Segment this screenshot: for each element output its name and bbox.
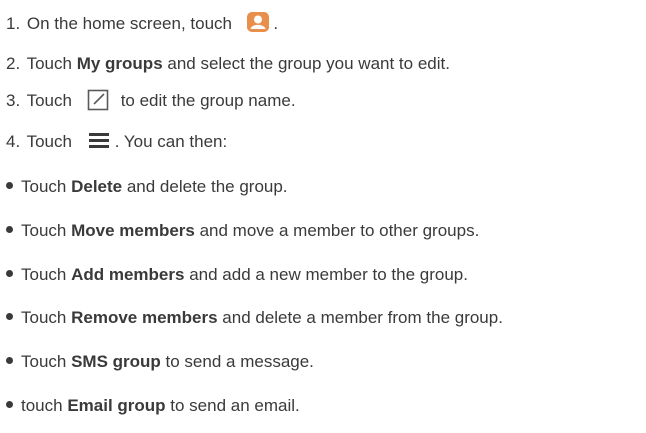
step-number: 4. [6, 132, 21, 151]
step-text: Touch [22, 54, 77, 73]
step-text: On the home screen, touch [22, 14, 237, 33]
edit-icon [87, 89, 109, 111]
option-suffix: to send a message. [160, 352, 314, 371]
step-text-end: and select the group you want to edit. [162, 54, 450, 73]
option-suffix: to send an email. [165, 396, 300, 415]
step-text-end: . You can then: [114, 132, 228, 151]
step-text-end: to edit the group name. [120, 91, 296, 110]
option-prefix: touch [21, 396, 68, 415]
step-2: 2. Touch My groups and select the group … [6, 53, 450, 75]
step-text: Touch [22, 132, 77, 151]
menu-icon [88, 132, 109, 148]
option-prefix: Touch [21, 352, 72, 371]
step-4: 4. Touch . You can then: [6, 131, 227, 153]
my-groups-label: My groups [76, 54, 163, 73]
option-suffix: and move a member to other groups. [194, 221, 480, 240]
option-prefix: Touch [21, 177, 72, 196]
option-email-group: touch Email group to send an email. [6, 395, 300, 417]
step-number: 3. [6, 91, 21, 110]
step-3: 3. Touch to edit the group name. [6, 89, 296, 112]
option-prefix: Touch [21, 265, 72, 284]
option-label: SMS group [71, 352, 161, 371]
step-1: 1. On the home screen, touch . [6, 11, 279, 35]
option-suffix: and delete the group. [122, 177, 288, 196]
option-label: Remove members [71, 308, 218, 327]
option-sms-group: Touch SMS group to send a message. [6, 351, 314, 373]
option-label: Email group [67, 396, 166, 415]
option-prefix: Touch [21, 308, 72, 327]
option-label: Add members [71, 265, 185, 284]
bullet [6, 357, 13, 365]
step-text: Touch [22, 91, 77, 110]
step-text-end: . [268, 14, 279, 33]
bullet [6, 226, 13, 234]
option-remove-members: Touch Remove members and delete a member… [6, 307, 503, 329]
contacts-app-icon [246, 11, 269, 32]
bullet [6, 270, 13, 278]
option-move-members: Touch Move members and move a member to … [6, 220, 479, 242]
step-number: 2. [6, 54, 21, 73]
option-label: Move members [71, 221, 195, 240]
instructions-page: 1. On the home screen, touch . 2. Touch … [0, 0, 646, 433]
option-delete: Touch Delete and delete the group. [6, 176, 288, 198]
bullet [6, 313, 13, 321]
option-add-members: Touch Add members and add a new member t… [6, 264, 468, 286]
bullet [6, 182, 13, 190]
step-number: 1. [6, 14, 21, 33]
option-prefix: Touch [21, 221, 72, 240]
bullet [6, 401, 13, 409]
option-suffix: and delete a member from the group. [217, 308, 503, 327]
option-label: Delete [71, 177, 123, 196]
option-suffix: and add a new member to the group. [184, 265, 468, 284]
